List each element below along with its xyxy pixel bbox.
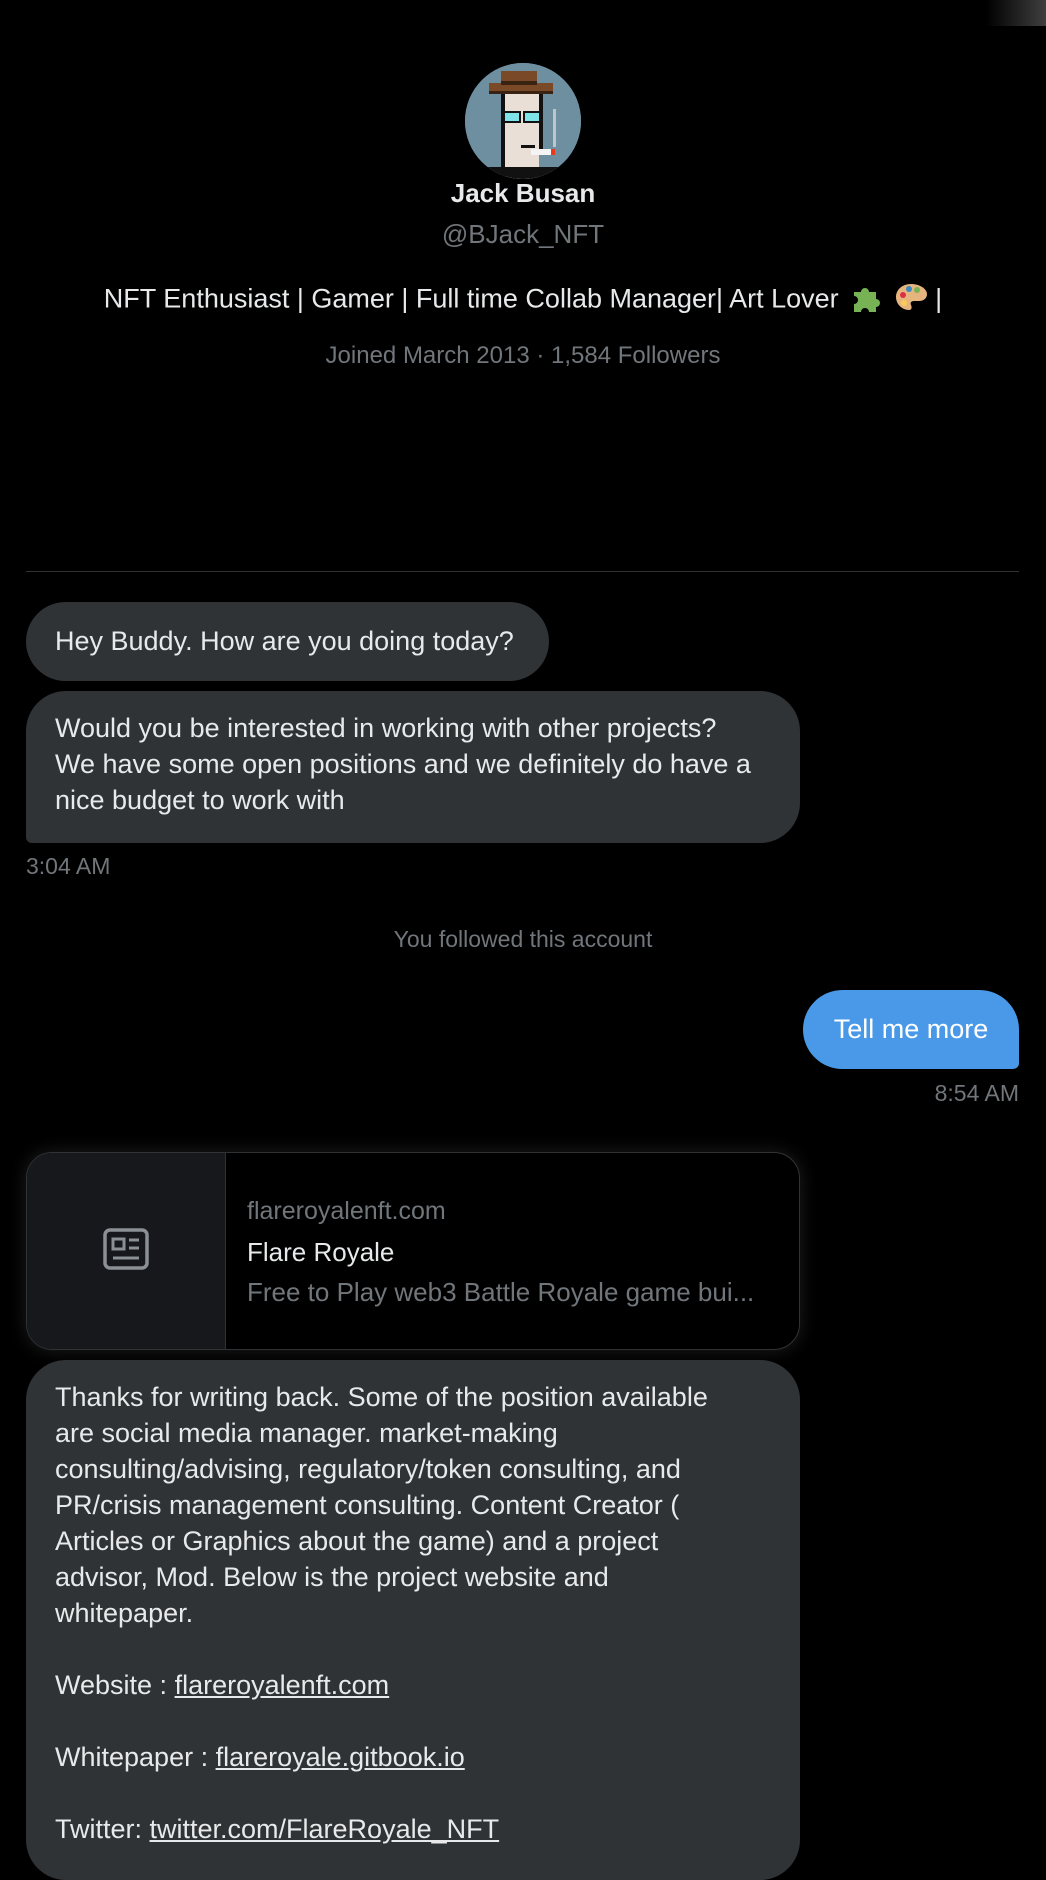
system-notice: You followed this account (393, 926, 653, 952)
divider (26, 571, 1019, 572)
whitepaper-line: Whitepaper : flareroyale.gitbook.io (55, 1739, 771, 1775)
message-line: Thanks for writing back. Some of the pos… (55, 1382, 708, 1412)
link-preview-card[interactable]: flareroyalenft.com Flare Royale Free to … (26, 1152, 800, 1350)
message-bubble-outgoing[interactable]: Tell me more (803, 990, 1019, 1069)
message-timestamp: 3:04 AM (26, 853, 111, 879)
profile-meta: Joined March 2013 · 1,584 Followers (0, 342, 1046, 370)
website-line: Website : flareroyalenft.com (55, 1667, 771, 1703)
message-line: Articles or Graphics about the game) and… (55, 1526, 659, 1556)
message-line: advisor, Mod. Below is the project websi… (55, 1562, 609, 1592)
article-icon (103, 1227, 149, 1275)
message-line: whitepaper. (55, 1598, 194, 1628)
twitter-label: Twitter: (55, 1814, 150, 1844)
message-text: Tell me more (833, 1014, 989, 1044)
message-line: Would you be interested in working with … (55, 713, 717, 743)
message-timestamp: 8:54 AM (934, 1080, 1019, 1106)
message-bubble-incoming[interactable]: Would you be interested in working with … (26, 691, 800, 843)
message-line: are social media manager. market-making (55, 1418, 558, 1448)
followers-count[interactable]: 1,584 Followers (551, 342, 720, 369)
message-bubble-incoming[interactable]: Hey Buddy. How are you doing today? (26, 602, 549, 681)
profile-bio: NFT Enthusiast | Gamer | Full time Colla… (0, 282, 1046, 319)
message-line: nice budget to work with (55, 785, 345, 815)
link-card-description: Free to Play web3 Battle Royale game bui… (247, 1277, 755, 1307)
puzzle-piece-emoji-icon (850, 282, 882, 319)
message-text: Hey Buddy. How are you doing today? (55, 626, 514, 656)
link-card-domain: flareroyalenft.com (247, 1197, 446, 1225)
message-line: We have some open positions and we defin… (55, 749, 751, 779)
pixel-avatar-image (465, 63, 581, 179)
corner-glow (986, 0, 1046, 26)
joined-date: Joined March 2013 (325, 342, 530, 369)
website-link[interactable]: flareroyalenft.com (175, 1670, 390, 1700)
link-card-thumbnail (27, 1153, 226, 1349)
twitter-line: Twitter: twitter.com/FlareRoyale_NFT (55, 1811, 771, 1847)
profile-name[interactable]: Jack Busan (0, 178, 1046, 209)
avatar[interactable] (465, 63, 581, 179)
bio-suffix: | (935, 283, 943, 314)
bio-text: NFT Enthusiast | Gamer | Full time Colla… (103, 283, 839, 314)
whitepaper-link[interactable]: flareroyale.gitbook.io (216, 1742, 465, 1772)
message-line: consulting/advising, regulatory/token co… (55, 1454, 681, 1484)
profile-handle[interactable]: @BJack_NFT (0, 219, 1046, 250)
twitter-link[interactable]: twitter.com/FlareRoyale_NFT (150, 1814, 500, 1844)
message-bubble-incoming[interactable]: Thanks for writing back. Some of the pos… (26, 1360, 800, 1880)
artist-palette-emoji-icon (894, 282, 928, 319)
message-line: PR/crisis management consulting. Content… (55, 1490, 680, 1520)
link-card-title: Flare Royale (247, 1237, 395, 1267)
meta-separator: · (536, 342, 545, 369)
website-label: Website : (55, 1670, 175, 1700)
whitepaper-label: Whitepaper : (55, 1742, 216, 1772)
